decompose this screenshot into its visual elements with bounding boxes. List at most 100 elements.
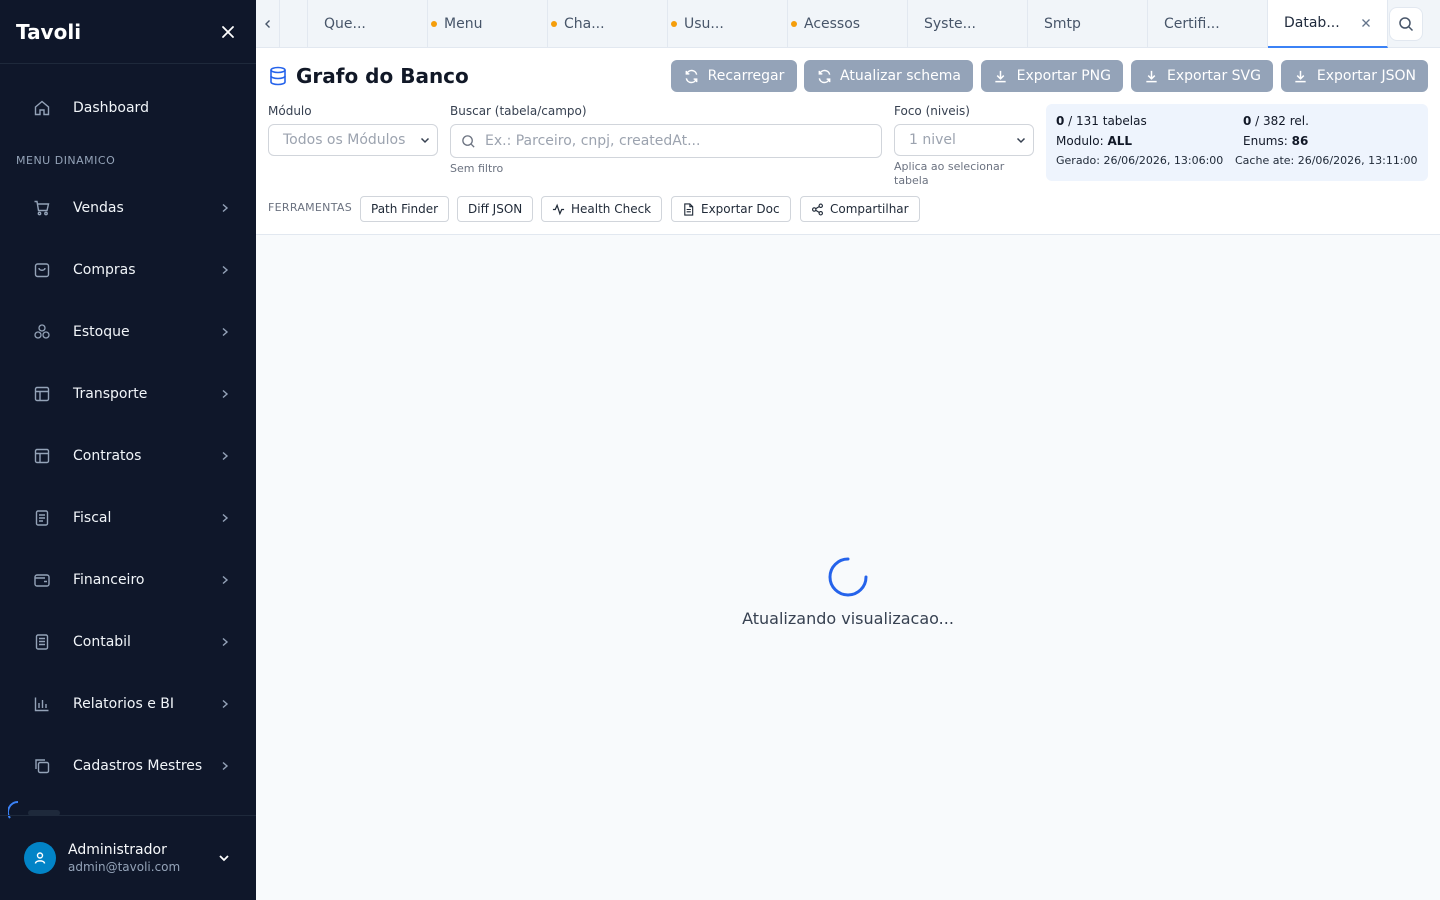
user-menu-toggle[interactable] [216,850,232,866]
search-icon [1399,17,1414,32]
chevron-down-icon [420,137,430,144]
sidebar-header: Tavoli [0,0,256,64]
schema-stats-panel: 0 / 131 tabelas 0 / 382 rel. Modulo: ALL… [1046,104,1428,181]
loading-spinner-icon [828,557,868,597]
sidebar-item-relatorios[interactable]: Relatorios e BI [0,682,256,726]
relations-count: 0 / 382 rel. [1243,114,1309,128]
relations-total: / 382 rel. [1251,114,1309,128]
export-svg-button[interactable]: Exportar SVG [1131,60,1273,92]
chevron-down-icon [1016,137,1026,144]
share-button[interactable]: Compartilhar [800,196,920,222]
avatar [24,842,56,874]
tab-spacer [280,0,308,47]
export-png-button[interactable]: Exportar PNG [981,60,1123,92]
cart-icon [32,198,52,218]
search-hint: Sem filtro [450,162,504,175]
reload-button-label: Recarregar [707,68,785,84]
tabs-scroll-left-button[interactable] [256,0,280,47]
refresh-schema-button[interactable]: Atualizar schema [804,60,973,92]
tab-label: Smtp [1044,15,1081,32]
chevron-right-icon [218,387,232,401]
sidebar-item-estoque[interactable]: Estoque [0,310,256,354]
share-icon [811,203,824,216]
tab-acessos[interactable]: Acessos [788,0,908,47]
focus-hint: Aplica ao selecionar tabela [894,160,1004,188]
path-finder-button[interactable]: Path Finder [360,196,450,222]
user-icon [34,852,46,864]
chart-icon [32,694,52,714]
tab-usuarios[interactable]: Usu... [668,0,797,47]
sidebar-item-transporte[interactable]: Transporte [0,372,256,416]
export-json-button[interactable]: Exportar JSON [1281,60,1428,92]
download-icon [1293,68,1309,84]
sidebar-item-label: Compras [73,262,136,278]
chevron-down-icon [219,855,229,862]
focus-label: Foco (niveis) [894,104,970,118]
reload-button[interactable]: Recarregar [671,60,797,92]
export-svg-button-label: Exportar SVG [1167,68,1261,84]
tab-label: Cha... [564,15,605,32]
tab-label: Acessos [804,15,861,32]
module-stat-label: Modulo: [1056,134,1108,148]
share-label: Compartilhar [830,202,909,216]
enums-stat-label: Enums: [1243,134,1292,148]
chevron-right-icon [218,201,232,215]
tab-smtp[interactable]: Smtp [1028,0,1148,47]
chevron-right-icon [218,511,232,525]
tab-certificados[interactable]: Certifi... [1148,0,1268,47]
sidebar-item-compras[interactable]: Compras [0,248,256,292]
page-title-text: Grafo do Banco [296,64,469,88]
tab-queue[interactable]: Que... [308,0,437,47]
sidebar: Tavoli Dashboard MENU DINAMICO Vendas Co… [0,0,256,900]
module-select[interactable]: Todos os Módulos [268,124,438,156]
page-title: Grafo do Banco [268,64,469,88]
sidebar-item-label: Contabil [73,634,131,650]
sidebar-item-fiscal[interactable]: Fiscal [0,496,256,540]
sidebar-item-contabil[interactable]: Contabil [0,620,256,664]
sidebar-item-cadastros[interactable]: Cadastros Mestres [0,744,256,788]
tables-count: 0 / 131 tabelas [1056,114,1147,128]
close-sidebar-button[interactable] [216,20,240,44]
sidebar-item-label: Financeiro [73,572,145,588]
tab-menu[interactable]: Menu [428,0,557,47]
download-icon [993,68,1009,84]
close-tab-button[interactable] [1359,16,1373,30]
tab-label: Syste... [924,15,976,32]
user-profile[interactable]: Administrador admin@tavoli.com [0,815,256,900]
tab-cha[interactable]: Cha... [548,0,677,47]
tab-search-button[interactable] [1389,7,1423,41]
close-icon [222,25,234,38]
tab-database[interactable]: Datab... [1268,0,1388,48]
bag-icon [32,260,52,280]
chevron-left-icon [264,19,270,28]
export-png-button-label: Exportar PNG [1016,68,1111,84]
tab-label: Menu [444,15,483,32]
chevron-right-icon [218,697,232,711]
refresh-schema-button-label: Atualizar schema [840,68,961,84]
boxes-icon [32,322,52,342]
sidebar-item-dashboard[interactable]: Dashboard [0,86,256,130]
module-select-value: Todos os Módulos [283,132,406,148]
sidebar-item-contratos[interactable]: Contratos [0,434,256,478]
search-label: Buscar (tabela/campo) [450,104,587,118]
search-input[interactable] [485,133,875,149]
sidebar-item-vendas[interactable]: Vendas [0,186,256,230]
generated-timestamp: Gerado: 26/06/2026, 13:06:00 [1056,154,1224,167]
brand-logo: Tavoli [16,19,82,44]
chevron-right-icon [218,325,232,339]
health-check-button[interactable]: Health Check [541,196,663,222]
export-doc-button[interactable]: Exportar Doc [671,196,791,222]
focus-level-select[interactable]: 1 nivel [894,124,1034,156]
tab-label: Usu... [684,15,724,32]
tools-label: FERRAMENTAS [268,201,352,214]
chevron-right-icon [218,573,232,587]
focus-hint-line: tabela [894,174,929,187]
focus-hint-line: Aplica ao selecionar [894,160,1005,173]
diff-json-button[interactable]: Diff JSON [457,196,534,222]
user-email: admin@tavoli.com [68,860,181,874]
sidebar-item-financeiro[interactable]: Financeiro [0,558,256,602]
graph-canvas[interactable]: Atualizando visualizacao... [256,235,1440,900]
tab-system[interactable]: Syste... [908,0,1028,47]
path-finder-label: Path Finder [371,202,439,216]
sidebar-item-label: Contratos [73,448,142,464]
